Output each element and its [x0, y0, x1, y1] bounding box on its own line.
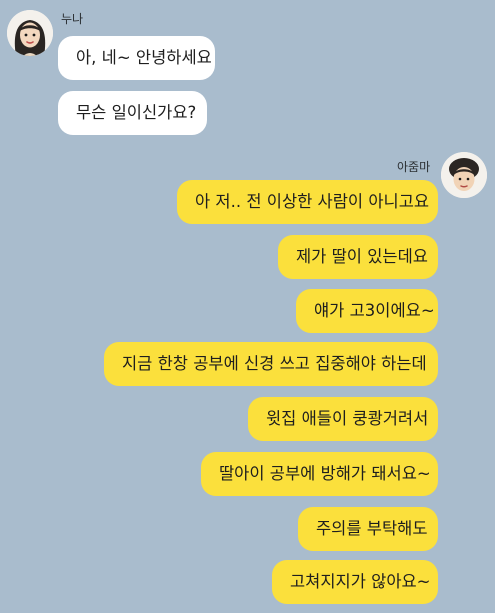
outgoing-message-bubble: 얘가 고3이에요~ — [296, 289, 438, 333]
outgoing-message-bubble: 딸아이 공부에 방해가 돼서요~ — [201, 452, 438, 496]
outgoing-message-bubble: 윗집 애들이 쿵쾅거려서 — [248, 397, 438, 441]
avatar-right[interactable] — [441, 152, 487, 198]
outgoing-message-bubble: 아 저.. 전 이상한 사람이 아니고요 — [177, 180, 438, 224]
avatar-left[interactable] — [7, 10, 53, 56]
contact-name-right: 아줌마 — [397, 160, 431, 174]
outgoing-message-bubble: 제가 딸이 있는데요 — [278, 235, 438, 279]
woman-long-hair-avatar-icon — [7, 10, 53, 56]
incoming-message-bubble: 아, 네~ 안녕하세요 — [58, 36, 215, 80]
contact-name-left: 누나 — [61, 12, 84, 26]
outgoing-message-bubble: 주의를 부탁해도 — [298, 507, 438, 551]
incoming-message-bubble: 무슨 일이신가요? — [58, 91, 207, 135]
outgoing-message-bubble: 고쳐지지가 않아요~ — [272, 560, 438, 604]
outgoing-message-bubble: 지금 한창 공부에 신경 쓰고 집중해야 하는데 — [104, 342, 438, 386]
woman-short-curly-hair-avatar-icon — [441, 152, 487, 198]
